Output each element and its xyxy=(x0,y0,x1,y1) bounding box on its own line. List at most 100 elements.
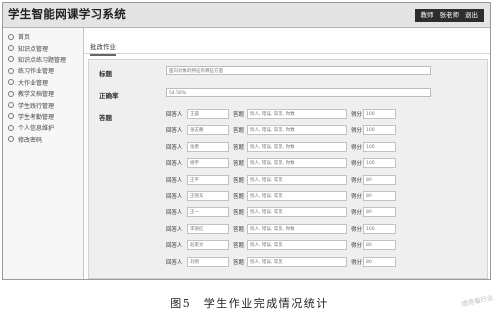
answer-label: 答题 xyxy=(233,177,245,184)
sidebar-item[interactable]: 个人信息维护 xyxy=(3,122,83,133)
correct-rate-field[interactable]: 54.56% xyxy=(166,88,431,97)
respondent-field[interactable]: 王一 xyxy=(187,207,229,218)
sidebar-item-label: 学生考勤管理 xyxy=(18,113,55,121)
sidebar-item-label: 知识点管理 xyxy=(18,45,49,53)
answer-field[interactable]: 别人, 错误, 常见, 你数 xyxy=(247,141,347,152)
respondent-field[interactable]: 张勇 xyxy=(187,141,229,152)
bullet-icon xyxy=(8,113,14,120)
score-field[interactable]: 100 xyxy=(363,158,396,169)
score-field[interactable]: 80 xyxy=(363,174,396,185)
sidebar-item[interactable]: 知识点练习题管理 xyxy=(3,54,83,65)
respondent-label: 回答人 xyxy=(166,210,183,217)
sidebar-item[interactable]: 学生考勤管理 xyxy=(3,111,83,122)
score-label: 得分 xyxy=(351,259,363,266)
respondent-label: 回答人 xyxy=(166,194,183,200)
score-field[interactable]: 100 xyxy=(363,109,396,119)
sidebar-item-label: 练习作业管理 xyxy=(18,68,55,76)
score-field[interactable]: 100 xyxy=(363,125,396,136)
score-field[interactable]: 80 xyxy=(363,256,396,267)
sidebar-item-label: 修改密码 xyxy=(18,136,43,144)
respondent-field[interactable]: 李丽红 xyxy=(187,223,229,234)
answer-label: 答题 xyxy=(233,226,245,233)
score-label: 得分 xyxy=(351,194,363,200)
score-field[interactable]: 80 xyxy=(363,207,396,218)
answer-field[interactable]: 别人, 错误, 常见 xyxy=(247,191,347,201)
answer-field[interactable]: 别人, 错误, 常见, 你数 xyxy=(247,158,347,169)
sidebar-item-label: 知识点练习题管理 xyxy=(18,56,67,64)
correct-rate-label: 正确率 xyxy=(99,92,119,100)
respondent-field[interactable]: 刘明 xyxy=(187,256,229,267)
title-field[interactable]: 面向对象的特征有哪些方面 xyxy=(166,66,431,75)
logout-button[interactable]: 退出 xyxy=(462,9,481,22)
respondent-label: 回答人 xyxy=(166,243,183,250)
score-field[interactable]: 100 xyxy=(363,141,396,152)
answer-label: 答题 xyxy=(233,128,245,135)
sidebar-item[interactable]: 大作业管理 xyxy=(3,77,83,88)
sidebar-item[interactable]: 首页 xyxy=(3,31,83,42)
figure-caption: 图5 学生作业完成情况统计 xyxy=(170,297,329,310)
answer-row: 回答人 王晓东 答题 别人, 错误, 常见 得分 80 xyxy=(89,191,487,203)
respondent-label: 回答人 xyxy=(166,128,183,135)
answer-field[interactable]: 别人, 错误, 常见, 你数 xyxy=(247,223,347,234)
user-box: 教师 张老师 退出 xyxy=(414,9,484,22)
answer-field[interactable]: 别人, 错误, 常见 xyxy=(247,256,347,267)
sidebar-item-label: 教学文档管理 xyxy=(18,91,55,99)
sidebar-item-label: 个人信息维护 xyxy=(18,125,55,133)
respondent-label: 回答人 xyxy=(166,161,183,168)
answer-field[interactable]: 别人, 错误, 常见, 你数 xyxy=(247,109,347,119)
respondent-field[interactable]: 赵家文 xyxy=(187,240,229,251)
answer-field[interactable]: 别人, 错误, 常见, 你数 xyxy=(247,125,347,136)
bullet-icon xyxy=(8,56,14,63)
answer-label: 答题 xyxy=(233,144,245,151)
answer-row: 回答人 王一 答题 别人, 错误, 常见 得分 80 xyxy=(89,207,487,219)
answer-row: 回答人 张志鹏 答题 别人, 错误, 常见, 你数 得分 100 xyxy=(89,125,487,137)
respondent-field[interactable]: 王晓东 xyxy=(187,191,229,201)
score-field[interactable]: 80 xyxy=(363,240,396,251)
score-field[interactable]: 100 xyxy=(363,223,396,234)
sidebar-item[interactable]: 修改密码 xyxy=(3,134,83,145)
sidebar-item-label: 学生践行管理 xyxy=(18,102,55,110)
respondent-field[interactable]: 张志鹏 xyxy=(187,125,229,136)
score-label: 得分 xyxy=(351,112,363,118)
respondent-field[interactable]: 杨宇 xyxy=(187,158,229,169)
sidebar: 首页知识点管理知识点练习题管理 练习作业管理 大作业管理教学文档管理 学生践行管理 学生… xyxy=(3,28,84,279)
title-label: 标题 xyxy=(99,70,112,78)
respondent-label: 回答人 xyxy=(166,177,183,184)
app-title: 学生智能网课学习系统 xyxy=(8,7,126,21)
score-field[interactable]: 80 xyxy=(363,191,396,201)
bullet-icon xyxy=(8,136,14,143)
sidebar-item[interactable]: 教学文档管理 xyxy=(3,88,83,99)
answer-row: 回答人 王晨 答题 别人, 错误, 常见, 你数 得分 100 xyxy=(89,109,487,121)
answer-label: 答题 xyxy=(233,194,245,200)
app-window: 学生智能网课学习系统 教师 张老师 退出 首页知识点管理知识点练习题管理 练习作业… xyxy=(2,2,491,280)
bullet-icon xyxy=(8,102,14,109)
respondent-label: 回答人 xyxy=(166,144,183,151)
grading-panel: 标题 面向对象的特征有哪些方面 正确率 54.56% 答题 回答人 王晨 答题 别人,… xyxy=(88,59,488,279)
sidebar-item[interactable]: 知识点管理 xyxy=(3,42,83,53)
score-label: 得分 xyxy=(351,243,363,250)
respondent-field[interactable]: 王平 xyxy=(187,174,229,185)
answer-row: 回答人 杨宇 答题 别人, 错误, 常见, 你数 得分 100 xyxy=(89,158,487,170)
bullet-icon xyxy=(8,33,14,40)
sidebar-item[interactable]: 学生践行管理 xyxy=(3,99,83,110)
answer-label: 答题 xyxy=(233,243,245,250)
bullet-icon xyxy=(8,79,14,86)
answer-label: 答题 xyxy=(233,210,245,217)
role-label: 教师 xyxy=(420,11,434,19)
respondent-field[interactable]: 王晨 xyxy=(187,109,229,119)
answer-field[interactable]: 别人, 错误, 常见 xyxy=(247,240,347,251)
user-name-link[interactable]: 张老师 xyxy=(437,9,463,22)
sidebar-item-label: 大作业管理 xyxy=(18,79,49,87)
answer-field[interactable]: 别人, 错误, 常见 xyxy=(247,207,347,218)
answer-row: 回答人 李丽红 答题 别人, 错误, 常见, 你数 得分 100 xyxy=(89,223,487,236)
sidebar-item[interactable]: 练习作业管理 xyxy=(3,65,83,76)
score-label: 得分 xyxy=(351,161,363,168)
tab-divider xyxy=(84,53,490,54)
answer-row: 回答人 刘明 答题 别人, 错误, 常见 得分 80 xyxy=(89,256,487,269)
answer-field[interactable]: 别人, 错误, 常见 xyxy=(247,174,347,185)
respondent-label: 回答人 xyxy=(166,226,183,233)
app-header: 学生智能网课学习系统 教师 张老师 退出 xyxy=(3,3,490,28)
answer-row: 回答人 张勇 答题 别人, 错误, 常见, 你数 得分 100 xyxy=(89,141,487,154)
answer-label: 答题 xyxy=(233,259,245,266)
answer-label: 答题 xyxy=(233,112,245,118)
